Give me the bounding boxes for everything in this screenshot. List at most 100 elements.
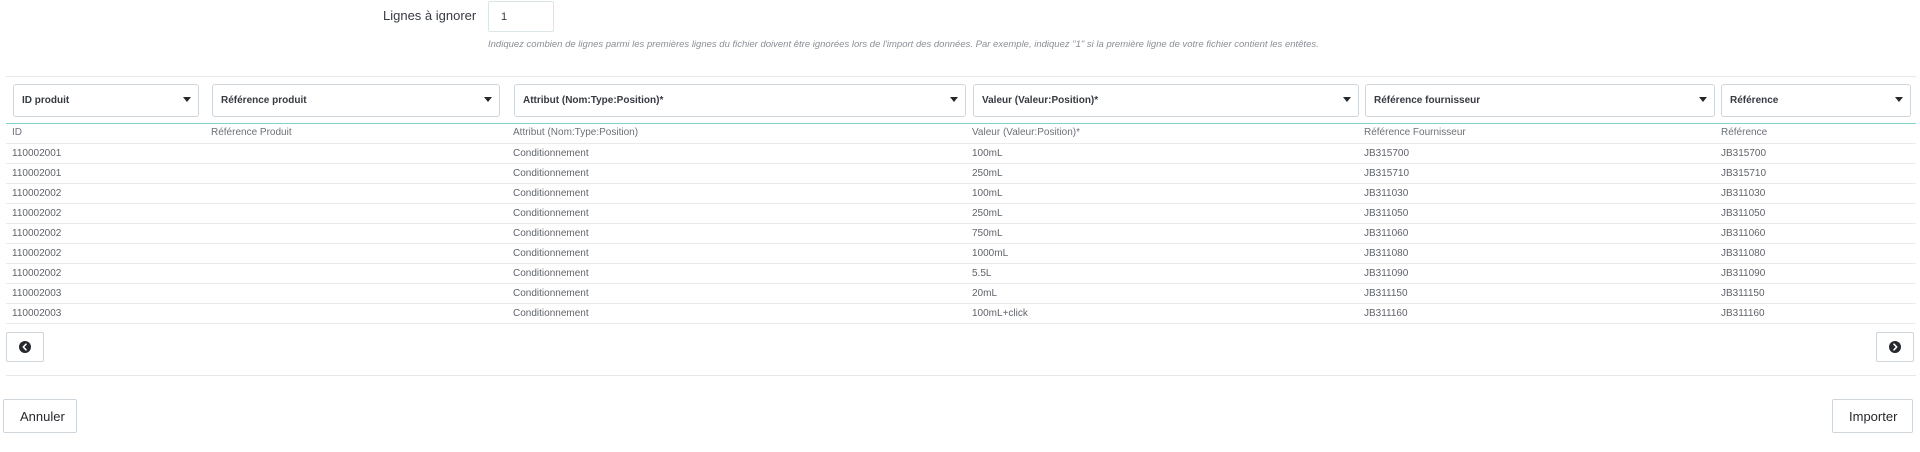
table-cell: JB311060 [1715, 223, 1916, 244]
table-cell: 100mL [966, 143, 1358, 164]
table-header-row: ID Référence Produit Attribut (Nom:Type:… [6, 123, 1916, 144]
table-cell: JB311080 [1358, 243, 1715, 264]
import-button[interactable]: Importer [1832, 399, 1913, 433]
table-cell: JB311060 [1358, 223, 1715, 244]
mapping-panel: ID produit Référence produit Attribut (N… [6, 76, 1916, 376]
column-header: Attribut (Nom:Type:Position) [507, 123, 966, 144]
chevron-circle-right-icon [1889, 341, 1901, 353]
table-row: 110002001 Conditionnement 100mL JB315700… [6, 143, 1916, 164]
table-row: 110002002 Conditionnement 750mL JB311060… [6, 223, 1916, 244]
column-select-5[interactable]: Référence fournisseur [1365, 84, 1715, 117]
table-cell: Conditionnement [507, 203, 966, 224]
previous-columns-button[interactable] [6, 332, 44, 362]
column-header: Référence Produit [205, 123, 507, 144]
table-cell: JB315700 [1715, 143, 1916, 164]
table-cell: 110002003 [6, 303, 205, 324]
table-cell: JB311150 [1358, 283, 1715, 304]
column-header: ID [6, 123, 205, 144]
column-select-value: Référence produit [221, 95, 307, 106]
caret-down-icon [183, 97, 191, 102]
column-select-value: Référence fournisseur [1374, 95, 1481, 106]
table-cell [205, 243, 507, 264]
column-header: Référence Fournisseur [1358, 123, 1715, 144]
column-select-value: Référence [1730, 95, 1779, 106]
caret-down-icon [1699, 97, 1707, 102]
table-cell: JB311160 [1358, 303, 1715, 324]
table-cell [205, 223, 507, 244]
next-columns-button[interactable] [1876, 332, 1914, 362]
table-cell: Conditionnement [507, 223, 966, 244]
table-cell [205, 163, 507, 184]
table-cell: 110002002 [6, 183, 205, 204]
table-cell: JB311080 [1715, 243, 1916, 264]
table-row: 110002002 Conditionnement 250mL JB311050… [6, 203, 1916, 224]
column-select-value: Valeur (Valeur:Position)* [982, 95, 1099, 106]
column-select-value: ID produit [22, 95, 70, 106]
table-cell: JB311050 [1715, 203, 1916, 224]
table-cell [205, 303, 507, 324]
table-cell: 250mL [966, 163, 1358, 184]
table-cell: 110002003 [6, 283, 205, 304]
column-header: Référence [1715, 123, 1916, 144]
table-cell [205, 203, 507, 224]
column-select-2[interactable]: Référence produit [212, 84, 500, 117]
table-cell: 100mL [966, 183, 1358, 204]
skip-rows-help-text: Indiquez combien de lignes parmi les pre… [488, 39, 1319, 50]
table-cell: 110002002 [6, 203, 205, 224]
caret-down-icon [484, 97, 492, 102]
table-cell: Conditionnement [507, 303, 966, 324]
table-cell: 110002001 [6, 143, 205, 164]
column-header: Valeur (Valeur:Position)* [966, 123, 1358, 144]
table-cell [205, 263, 507, 284]
column-mapping-selects: ID produit Référence produit Attribut (N… [6, 77, 1916, 124]
table-cell: 250mL [966, 203, 1358, 224]
table-cell: JB311090 [1715, 263, 1916, 284]
table-cell: JB311090 [1358, 263, 1715, 284]
column-select-3[interactable]: Attribut (Nom:Type:Position)* [514, 84, 966, 117]
table-cell: Conditionnement [507, 283, 966, 304]
table-cell: Conditionnement [507, 143, 966, 164]
table-cell: JB311030 [1715, 183, 1916, 204]
column-select-4[interactable]: Valeur (Valeur:Position)* [973, 84, 1359, 117]
table-cell: JB315700 [1358, 143, 1715, 164]
table-cell: JB315710 [1358, 163, 1715, 184]
table-row: 110002003 Conditionnement 20mL JB311150 … [6, 283, 1916, 304]
import-mapping-page: Lignes à ignorer Indiquez combien de lig… [0, 0, 1920, 452]
table-cell: 750mL [966, 223, 1358, 244]
table-body: 110002001 Conditionnement 100mL JB315700… [6, 143, 1916, 324]
table-cell: JB311160 [1715, 303, 1916, 324]
table-cell: JB315710 [1715, 163, 1916, 184]
table-row: 110002002 Conditionnement 5.5L JB311090 … [6, 263, 1916, 284]
skip-rows-input[interactable] [488, 1, 554, 32]
table-cell: 110002002 [6, 243, 205, 264]
table-cell: 1000mL [966, 243, 1358, 264]
table-cell: Conditionnement [507, 163, 966, 184]
caret-down-icon [950, 97, 958, 102]
table-cell [205, 283, 507, 304]
table-cell: JB311030 [1358, 183, 1715, 204]
table-row: 110002003 Conditionnement 100mL+click JB… [6, 303, 1916, 324]
table-cell: 100mL+click [966, 303, 1358, 324]
table-cell [205, 183, 507, 204]
column-select-6[interactable]: Référence [1721, 84, 1911, 117]
table-row: 110002002 Conditionnement 1000mL JB31108… [6, 243, 1916, 264]
table-cell: Conditionnement [507, 183, 966, 204]
chevron-circle-left-icon [19, 341, 31, 353]
table-cell: 20mL [966, 283, 1358, 304]
skip-rows-label: Lignes à ignorer [383, 8, 477, 23]
caret-down-icon [1895, 97, 1903, 102]
table-cell: 5.5L [966, 263, 1358, 284]
table-cell: JB311050 [1358, 203, 1715, 224]
table-cell [205, 143, 507, 164]
table-row: 110002002 Conditionnement 100mL JB311030… [6, 183, 1916, 204]
column-select-value: Attribut (Nom:Type:Position)* [523, 95, 664, 106]
caret-down-icon [1343, 97, 1351, 102]
preview-table: ID Référence Produit Attribut (Nom:Type:… [6, 123, 1916, 324]
table-cell: JB311150 [1715, 283, 1916, 304]
table-cell: 110002001 [6, 163, 205, 184]
cancel-button[interactable]: Annuler [3, 399, 77, 433]
column-select-1[interactable]: ID produit [13, 84, 199, 117]
table-cell: Conditionnement [507, 263, 966, 284]
table-row: 110002001 Conditionnement 250mL JB315710… [6, 163, 1916, 184]
table-cell: Conditionnement [507, 243, 966, 264]
